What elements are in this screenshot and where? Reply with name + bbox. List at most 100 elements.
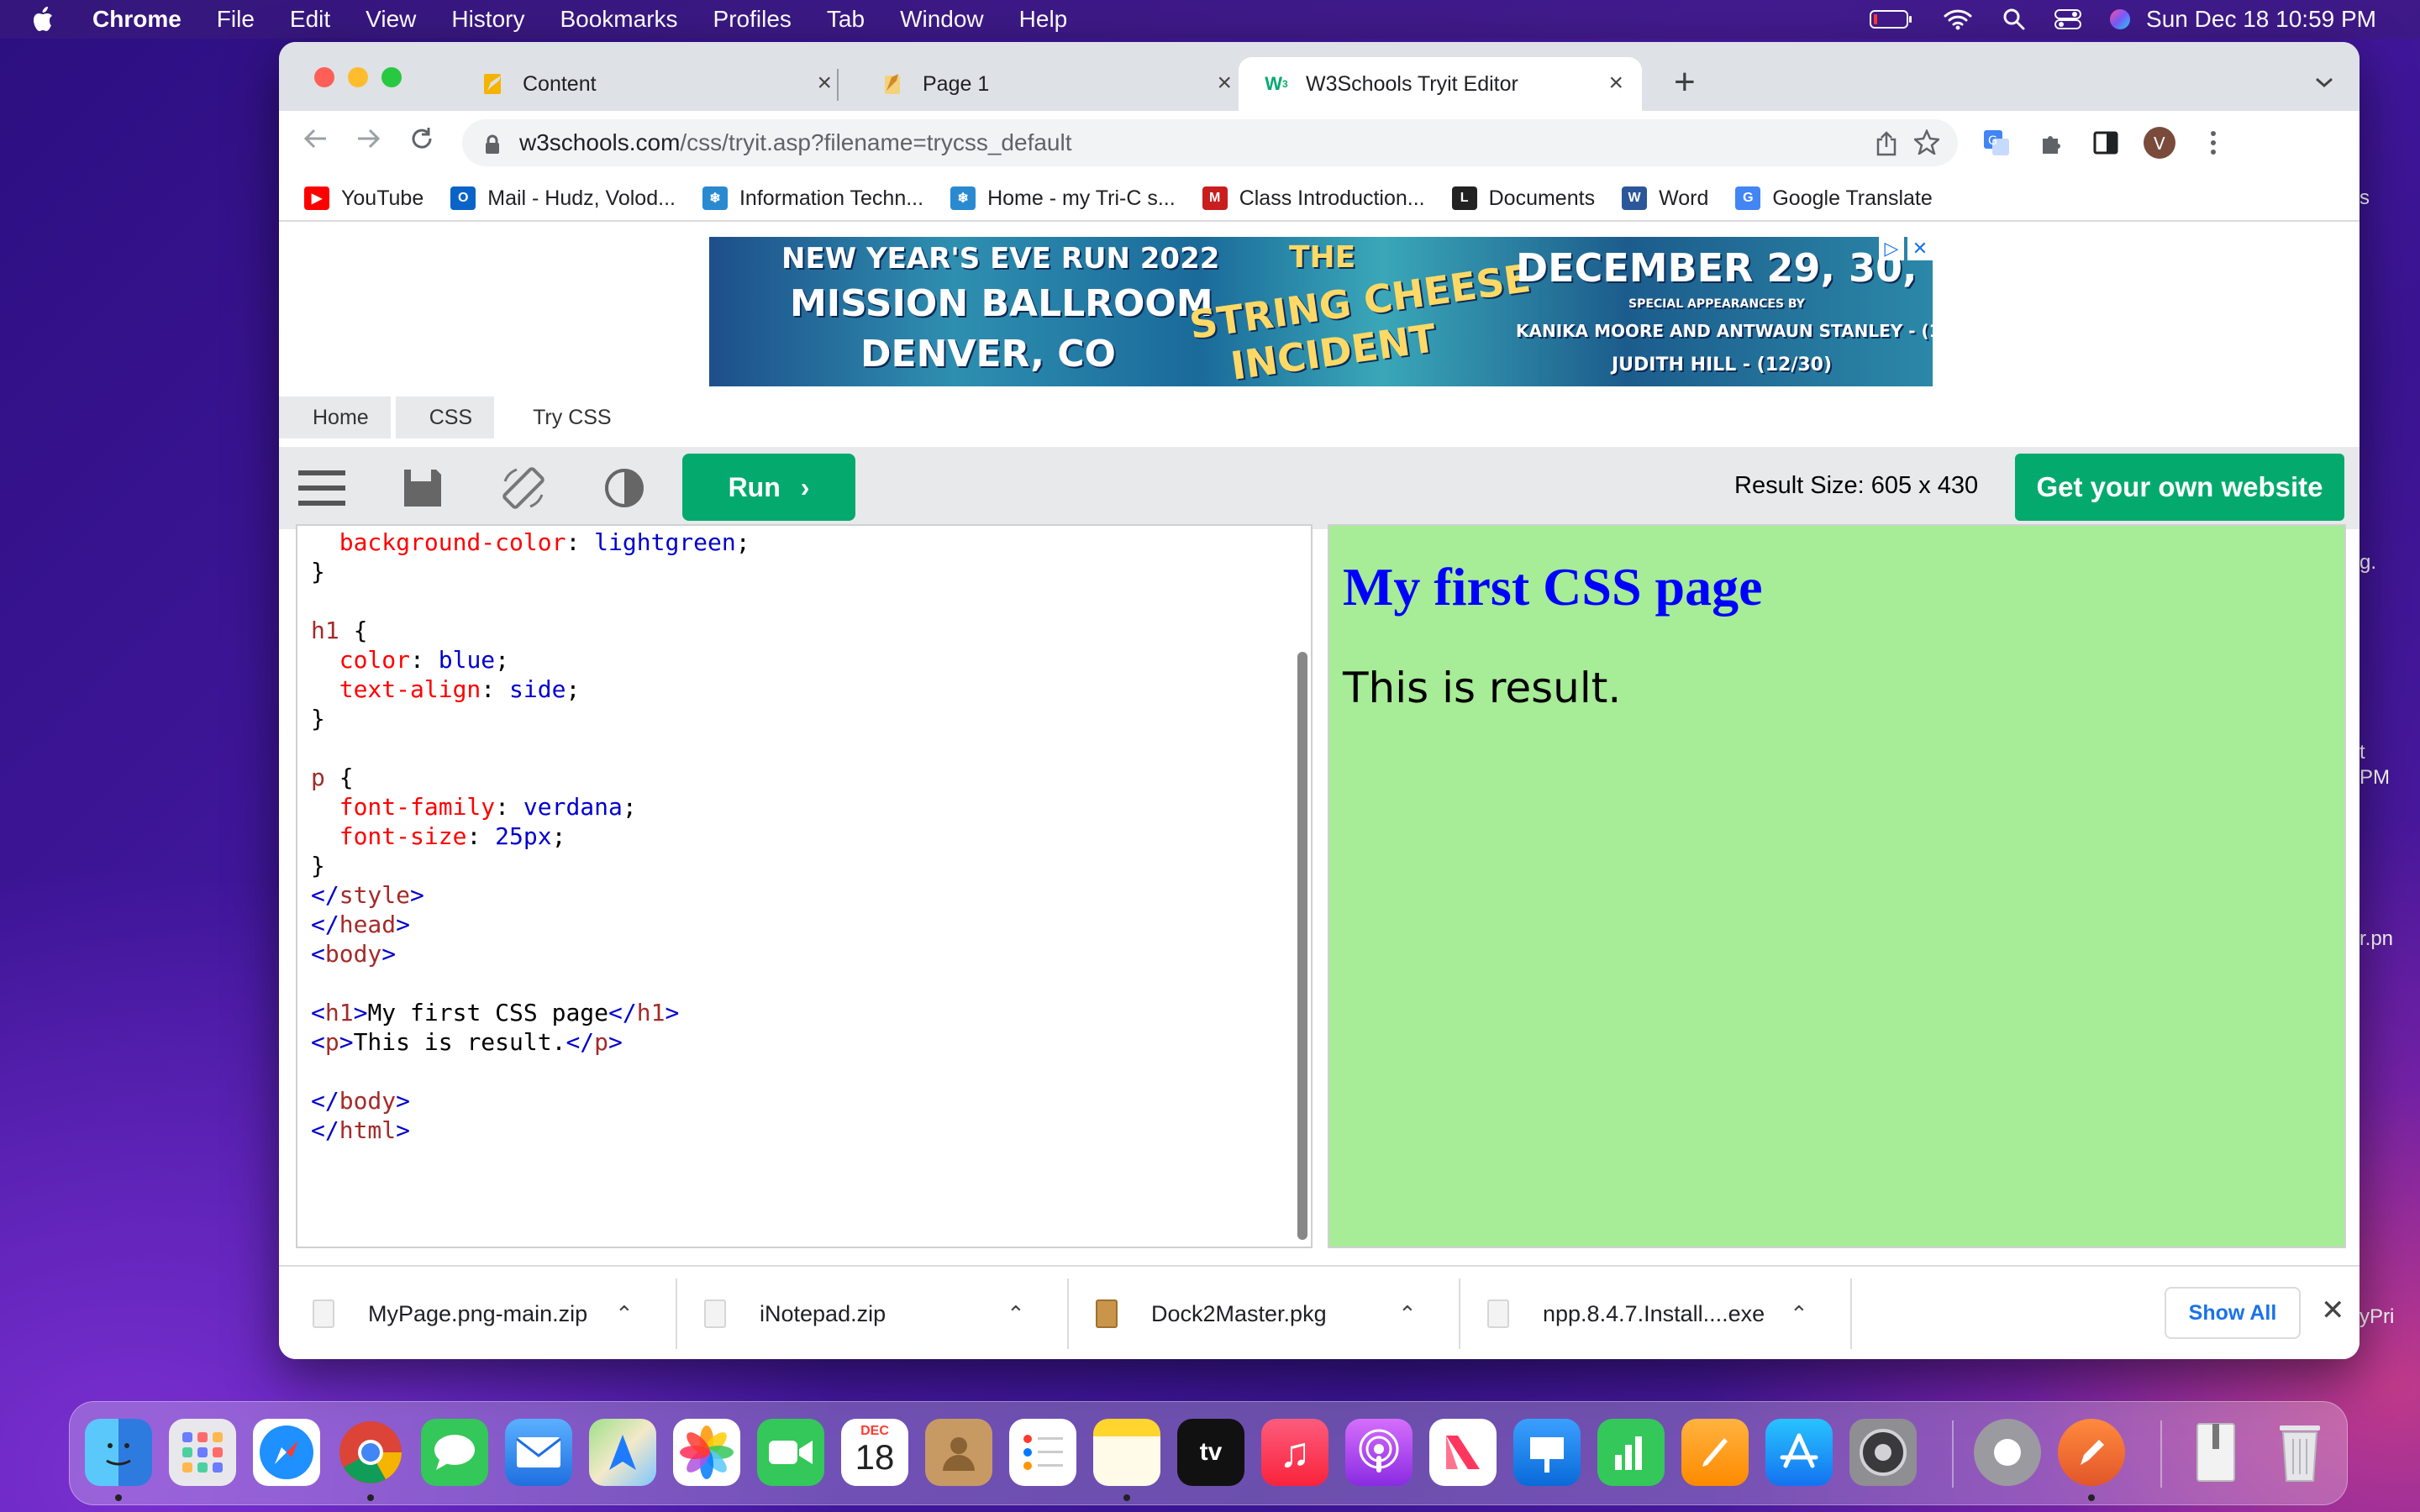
- profile-avatar[interactable]: V: [2143, 126, 2176, 160]
- code-text[interactable]: background-color: lightgreen;} h1 { colo…: [311, 528, 750, 1145]
- bookmark-information-technology[interactable]: ❄ Information Techn...: [702, 186, 923, 211]
- back-arrow-icon[interactable]: [297, 124, 334, 160]
- chevron-up-icon[interactable]: ⌃: [1790, 1301, 1808, 1327]
- facetime-icon[interactable]: [757, 1419, 824, 1486]
- advertisement-banner[interactable]: NEW YEAR'S EVE RUN 2022 MISSION BALLROOM…: [709, 237, 1933, 386]
- app-store-icon[interactable]: [1765, 1419, 1833, 1486]
- siri-icon[interactable]: [2107, 7, 2133, 32]
- menu-view[interactable]: View: [366, 6, 416, 33]
- safari-icon[interactable]: [253, 1419, 320, 1486]
- menu-history[interactable]: History: [451, 6, 524, 33]
- wifi-icon[interactable]: [1943, 7, 1973, 32]
- dark-mode-contrast-icon[interactable]: [600, 464, 649, 512]
- messages-icon[interactable]: [421, 1419, 488, 1486]
- ad-close-icon[interactable]: ✕: [1907, 237, 1933, 260]
- bookmark-google-translate[interactable]: G Google Translate: [1735, 186, 1933, 211]
- code-editor[interactable]: background-color: lightgreen;} h1 { colo…: [296, 524, 1313, 1248]
- new-tab-button[interactable]: +: [1674, 64, 1696, 101]
- downloads-stack-icon[interactable]: [2182, 1419, 2249, 1486]
- pages-icon[interactable]: [1681, 1419, 1749, 1486]
- bookmark-documents[interactable]: L Documents: [1451, 186, 1595, 211]
- menu-file[interactable]: File: [217, 6, 255, 33]
- apple-icon[interactable]: [32, 6, 54, 33]
- adchoices-icon[interactable]: ▷: [1879, 237, 1904, 260]
- reload-icon[interactable]: [403, 124, 440, 160]
- download-item[interactable]: npp.8.4.7.Install....exe ⌃: [1487, 1267, 1840, 1359]
- contacts-icon[interactable]: [925, 1419, 992, 1486]
- download-item[interactable]: MyPage.png-main.zip ⌃: [313, 1267, 666, 1359]
- bookmark-mail[interactable]: O Mail - Hudz, Volod...: [450, 186, 676, 211]
- save-floppy-icon[interactable]: [398, 464, 447, 512]
- close-download-shelf-icon[interactable]: ✕: [2321, 1294, 2345, 1327]
- lock-icon[interactable]: [484, 134, 501, 154]
- close-tab-icon[interactable]: ×: [1608, 71, 1623, 96]
- podcasts-icon[interactable]: [1345, 1419, 1413, 1486]
- google-translate-extension-icon[interactable]: G: [1980, 126, 2013, 160]
- menu-profiles[interactable]: Profiles: [713, 6, 792, 33]
- numbers-icon[interactable]: [1597, 1419, 1665, 1486]
- rotate-layout-icon[interactable]: [499, 464, 548, 512]
- music-icon[interactable]: ♫: [1261, 1419, 1328, 1486]
- zoom-window-button[interactable]: [381, 67, 402, 87]
- mail-icon[interactable]: [505, 1419, 572, 1486]
- run-button[interactable]: Run ›: [682, 454, 855, 521]
- system-preferences-icon[interactable]: [1849, 1419, 1917, 1486]
- address-bar[interactable]: w3schools.com/css/tryit.asp?filename=try…: [462, 119, 1958, 166]
- pen-app-icon[interactable]: [2058, 1419, 2125, 1486]
- chrome-icon[interactable]: [337, 1419, 404, 1486]
- menu-window[interactable]: Window: [900, 6, 984, 33]
- spotlight-search-icon[interactable]: [2002, 7, 2027, 32]
- download-item[interactable]: iNotepad.zip ⌃: [704, 1267, 1057, 1359]
- minimize-window-button[interactable]: [348, 67, 368, 87]
- breadcrumb-css[interactable]: CSS: [395, 396, 495, 438]
- apple-tv-icon[interactable]: tv: [1177, 1419, 1244, 1486]
- battery-icon[interactable]: [1869, 7, 1914, 32]
- bookmark-class-introduction[interactable]: M Class Introduction...: [1202, 186, 1425, 211]
- chevron-up-icon[interactable]: ⌃: [1398, 1301, 1417, 1327]
- trash-icon[interactable]: [2266, 1419, 2333, 1486]
- extensions-puzzle-icon[interactable]: [2035, 126, 2069, 160]
- close-tab-icon[interactable]: ×: [1217, 71, 1232, 96]
- launchpad-icon[interactable]: [169, 1419, 236, 1486]
- hamburger-menu-icon[interactable]: [297, 464, 346, 512]
- bookmark-home-tri-c[interactable]: ❄ Home - my Tri-C s...: [950, 186, 1176, 211]
- news-icon[interactable]: [1429, 1419, 1497, 1486]
- chevron-up-icon[interactable]: ⌃: [1007, 1301, 1025, 1327]
- chevron-up-icon[interactable]: ⌃: [615, 1301, 634, 1327]
- menu-help[interactable]: Help: [1019, 6, 1068, 33]
- calendar-icon[interactable]: DEC 18: [841, 1419, 908, 1486]
- control-center-icon[interactable]: [2054, 7, 2082, 32]
- tab-content[interactable]: Content ×: [455, 57, 850, 111]
- forward-arrow-icon[interactable]: [350, 124, 387, 160]
- bookmark-word[interactable]: W Word: [1622, 186, 1708, 211]
- desktop-label: PM: [2360, 766, 2390, 789]
- finder-icon[interactable]: [85, 1419, 152, 1486]
- reminders-icon[interactable]: [1009, 1419, 1076, 1486]
- tab-page-1[interactable]: Page 1 ×: [855, 57, 1250, 111]
- loading-app-icon[interactable]: [1974, 1419, 2041, 1486]
- notes-icon[interactable]: [1093, 1419, 1160, 1486]
- side-panel-icon[interactable]: [2089, 126, 2123, 160]
- snowflake-icon: ❄: [702, 186, 728, 210]
- tab-search-chevron-icon[interactable]: [2314, 67, 2334, 96]
- bookmark-youtube[interactable]: ▶ YouTube: [304, 186, 424, 211]
- photos-icon[interactable]: [673, 1419, 740, 1486]
- menu-bookmarks[interactable]: Bookmarks: [560, 6, 677, 33]
- download-item[interactable]: Dock2Master.pkg ⌃: [1096, 1267, 1449, 1359]
- get-your-own-website-button[interactable]: Get your own website: [2015, 454, 2344, 521]
- keynote-icon[interactable]: [1513, 1419, 1581, 1486]
- menu-bar-clock[interactable]: Sun Dec 18 10:59 PM: [2146, 0, 2376, 39]
- menu-app-name[interactable]: Chrome: [92, 6, 182, 33]
- close-window-button[interactable]: [314, 67, 334, 87]
- editor-scrollbar[interactable]: [1297, 652, 1307, 1240]
- close-tab-icon[interactable]: ×: [817, 71, 832, 96]
- chrome-menu-kebab-icon[interactable]: [2196, 126, 2230, 160]
- menu-edit[interactable]: Edit: [290, 6, 330, 33]
- bookmark-star-icon[interactable]: [1912, 128, 1941, 160]
- menu-tab[interactable]: Tab: [827, 6, 865, 33]
- share-icon[interactable]: [1876, 131, 1897, 162]
- maps-icon[interactable]: [589, 1419, 656, 1486]
- breadcrumb-home[interactable]: Home: [279, 396, 391, 438]
- show-all-downloads-button[interactable]: Show All: [2165, 1287, 2301, 1339]
- tab-w3schools-tryit[interactable]: W3 W3Schools Tryit Editor ×: [1239, 57, 1642, 111]
